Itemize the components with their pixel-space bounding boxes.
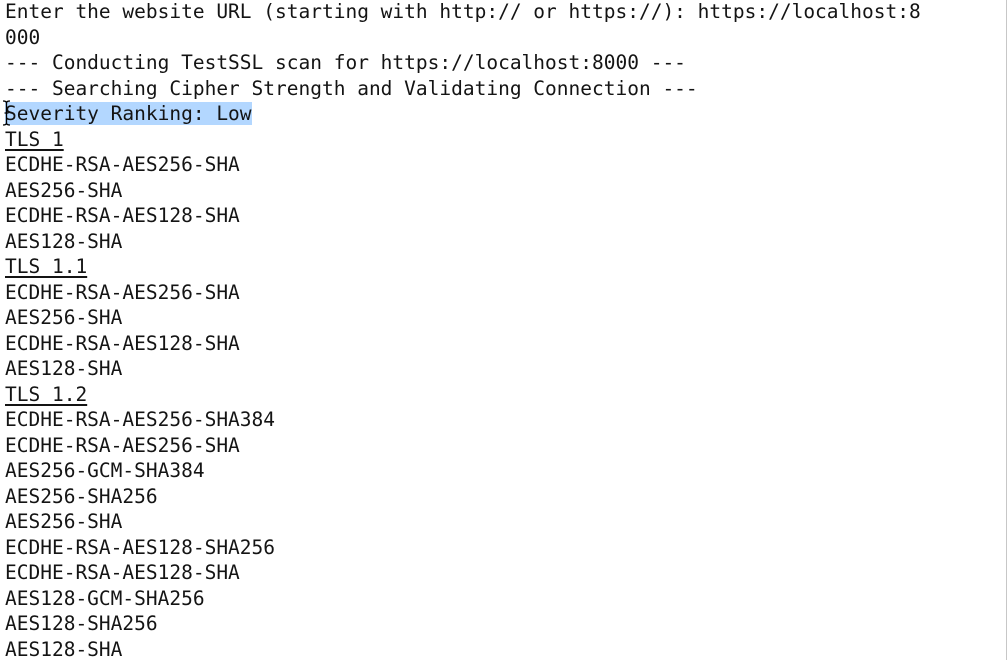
scan-status-line: --- Conducting TestSSL scan for https://… [5,51,686,74]
tls-section-header: TLS 1.1 [5,254,1001,280]
cipher-line: AES256-SHA256 [5,484,158,508]
cipher-line: ECDHE-RSA-AES128-SHA [5,561,240,584]
tls-1-header: TLS 1 [5,127,64,151]
cipher-line: AES128-SHA [5,357,123,380]
tls-1-2-header: TLS 1.2 [5,382,88,406]
tls-section-header: TLS 1 [5,127,1001,153]
cipher-line: ECDHE-RSA-AES256-SHA [5,280,240,304]
cipher-line: ECDHE-RSA-AES256-SHA [5,153,240,176]
cipher-line: AES256-SHA [5,510,123,533]
severity-ranking-selection[interactable]: Severity Ranking: Low [5,102,252,125]
cipher-line: AES128-SHA [5,637,123,660]
terminal-output[interactable]: Enter the website URL (starting with htt… [5,0,1001,660]
cipher-line: ECDHE-RSA-AES128-SHA [5,331,240,355]
ibeam-cursor-icon [2,100,11,126]
cipher-line: AES256-GCM-SHA384 [5,459,205,482]
cipher-line: ECDHE-RSA-AES128-SHA256 [5,535,276,559]
cipher-line: ECDHE-RSA-AES128-SHA [5,204,240,227]
url-prompt-continuation: 000 [5,25,41,49]
cipher-line: ECDHE-RSA-AES256-SHA [5,433,240,457]
window-edge [1006,0,1007,660]
url-prompt-line: Enter the website URL (starting with htt… [5,0,921,23]
cipher-line: AES128-SHA256 [5,612,158,635]
cipher-line: AES256-SHA [5,306,123,329]
cipher-status-line: --- Searching Cipher Strength and Valida… [5,76,698,100]
tls-1-1-header: TLS 1.1 [5,255,88,278]
cipher-line: AES128-GCM-SHA256 [5,586,205,610]
severity-line[interactable]: Severity Ranking: Low [5,101,1001,127]
cipher-line: AES128-SHA [5,229,123,253]
cipher-line: AES256-SHA [5,178,123,202]
cipher-line: ECDHE-RSA-AES256-SHA384 [5,408,276,431]
tls-section-header: TLS 1.2 [5,382,1001,408]
